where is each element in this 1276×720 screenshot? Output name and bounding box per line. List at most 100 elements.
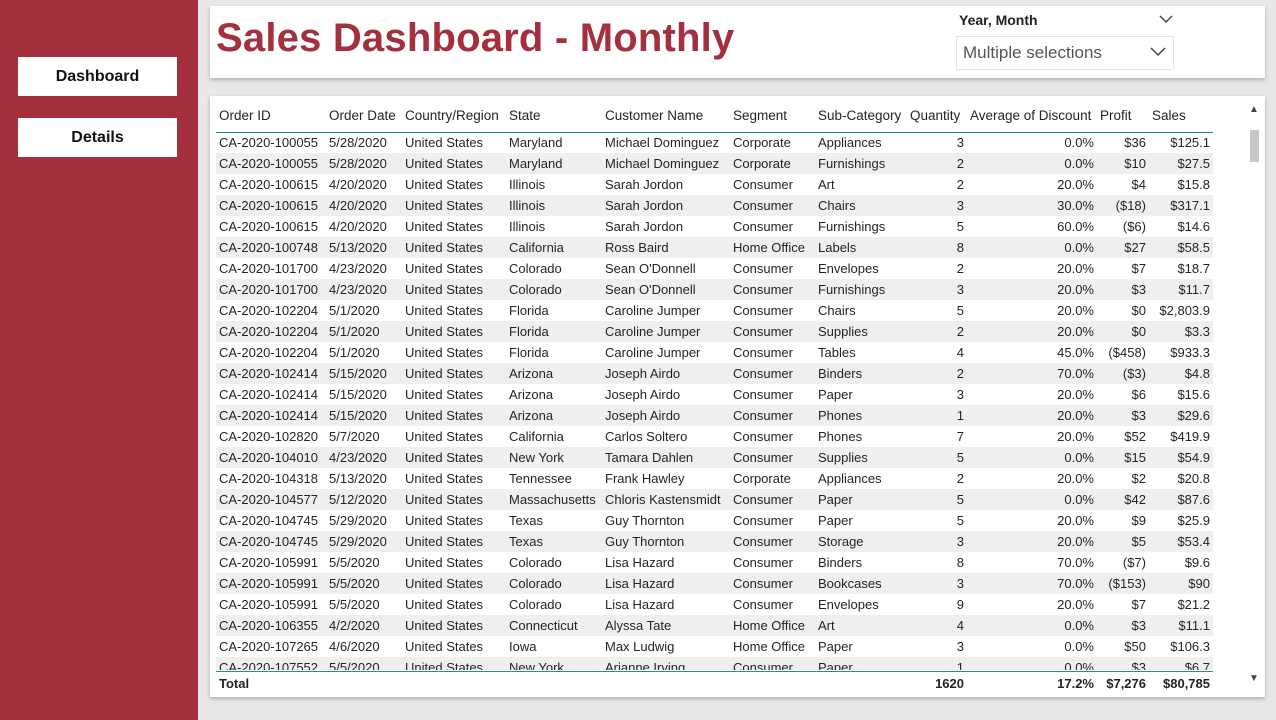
column-header[interactable]: Average of Discount [967, 100, 1097, 133]
table-row[interactable]: CA-2020-104745 5/29/2020 United States Texa… [216, 510, 1213, 531]
table-cell: 8 [956, 555, 964, 570]
column-header[interactable]: Order Date [326, 100, 402, 133]
sidebar: Dashboard Details [0, 0, 198, 720]
scroll-down-icon[interactable]: ▼ [1249, 673, 1259, 684]
table-cell: $933.3 [1170, 345, 1210, 360]
table-cell: $3.3 [1149, 321, 1213, 342]
table-cell: Arizona [506, 363, 602, 384]
total-label: Total [219, 675, 250, 691]
vertical-scrollbar[interactable]: ▲ ▼ [1247, 104, 1261, 684]
table-row[interactable]: CA-2020-100615 4/20/2020 United States Illi… [216, 195, 1213, 216]
header-card: Sales Dashboard - Monthly Year, Month Mu… [210, 6, 1265, 78]
table-cell: New York [506, 657, 602, 670]
table-cell: $87.6 [1149, 489, 1213, 510]
table-row[interactable]: CA-2020-107265 4/6/2020 United States Iowa M… [216, 636, 1213, 657]
table-cell: 4/20/2020 [329, 219, 387, 234]
table-body[interactable]: CA-2020-100055 5/28/2020 United States Mary… [216, 132, 1213, 670]
table-row[interactable]: CA-2020-102820 5/7/2020 United States Calif… [216, 426, 1213, 447]
table-cell: Arizona [506, 405, 602, 426]
table-row[interactable]: CA-2020-100748 5/13/2020 United States Cali… [216, 237, 1213, 258]
table-row[interactable]: CA-2020-104577 5/12/2020 United States Mass… [216, 489, 1213, 510]
table-cell: Envelopes [818, 261, 879, 276]
table-cell: Chairs [815, 195, 907, 216]
table-cell: 0.0% [967, 489, 1097, 510]
column-header[interactable]: Profit [1097, 100, 1149, 133]
table-cell: 5 [907, 489, 967, 510]
table-cell: Colorado [509, 261, 562, 276]
table-row[interactable]: CA-2020-101700 4/23/2020 United States Colo… [216, 258, 1213, 279]
table-cell: 7 [956, 429, 964, 444]
slicer-dropdown[interactable]: Multiple selections [956, 36, 1174, 70]
table-cell: $3 [1097, 405, 1149, 426]
table-cell: 0.0% [967, 237, 1097, 258]
table-cell: Colorado [506, 573, 602, 594]
table-cell: Alyssa Tate [602, 615, 730, 636]
details-nav-button[interactable]: Details [18, 118, 177, 157]
table-row[interactable]: CA-2020-102204 5/1/2020 United States Flori… [216, 321, 1213, 342]
table-cell: Consumer [730, 573, 815, 594]
table-cell: 0.0% [967, 615, 1097, 636]
table-row[interactable]: CA-2020-102414 5/15/2020 United States Ariz… [216, 363, 1213, 384]
column-header[interactable]: Segment [730, 100, 815, 133]
table-cell: 4/20/2020 [329, 177, 387, 192]
table-row[interactable]: CA-2020-102204 5/1/2020 United States Flori… [216, 342, 1213, 363]
table-cell: $0 [1131, 303, 1146, 318]
table-row[interactable]: CA-2020-102414 5/15/2020 United States Ariz… [216, 384, 1213, 405]
table-row[interactable]: CA-2020-100055 5/28/2020 United States Mary… [216, 132, 1213, 153]
table-row[interactable]: CA-2020-104010 4/23/2020 United States New … [216, 447, 1213, 468]
table-cell: $11.7 [1149, 279, 1213, 300]
column-header[interactable]: Sub-Category [815, 100, 907, 133]
table-cell: 5/29/2020 [329, 513, 387, 528]
table-row[interactable]: CA-2020-104745 5/29/2020 United States Texa… [216, 531, 1213, 552]
table-cell: Supplies [815, 447, 907, 468]
table-row[interactable]: CA-2020-105991 5/5/2020 United States Color… [216, 573, 1213, 594]
table-cell: CA-2020-105991 [219, 597, 319, 612]
chevron-down-icon[interactable] [1155, 10, 1177, 28]
table-cell: ($458) [1108, 345, 1146, 360]
table-cell: $15.8 [1177, 177, 1210, 192]
table-cell: United States [405, 429, 484, 444]
table-cell: Arianne Irving [602, 657, 730, 670]
column-header[interactable]: State [506, 100, 602, 133]
column-header[interactable]: Country/Region [402, 100, 506, 133]
table-row[interactable]: CA-2020-107552 5/5/2020 United States New Y… [216, 657, 1213, 670]
table-cell: United States [402, 321, 506, 342]
table-cell: 0.0% [1064, 135, 1094, 150]
table-row[interactable]: CA-2020-100055 5/28/2020 United States Mary… [216, 153, 1213, 174]
table-row[interactable]: CA-2020-104318 5/13/2020 United States Tenn… [216, 468, 1213, 489]
column-header[interactable]: Customer Name [602, 100, 730, 133]
table-cell: CA-2020-102204 [219, 303, 319, 318]
table-cell: Colorado [509, 555, 562, 570]
table-cell: CA-2020-100615 [219, 177, 319, 192]
table-cell: CA-2020-106355 [216, 615, 326, 636]
table-cell: Furnishings [815, 279, 907, 300]
table-row[interactable]: CA-2020-101700 4/23/2020 United States Colo… [216, 279, 1213, 300]
table-cell: 4 [956, 345, 964, 360]
table-cell: CA-2020-105991 [219, 555, 319, 570]
table-cell: Consumer [730, 363, 815, 384]
table-cell: United States [405, 303, 484, 318]
table-cell: Consumer [730, 279, 815, 300]
table-cell: Consumer [733, 429, 793, 444]
table-cell: Binders [815, 363, 907, 384]
table-cell: $36 [1124, 135, 1146, 150]
table-row[interactable]: CA-2020-105991 5/5/2020 United States Color… [216, 552, 1213, 573]
table-cell: United States [402, 363, 506, 384]
table-cell: Paper [818, 513, 853, 528]
scroll-thumb[interactable] [1250, 130, 1259, 162]
column-header[interactable]: Quantity [907, 100, 967, 133]
dashboard-nav-button[interactable]: Dashboard [18, 57, 177, 96]
table-cell: ($18) [1097, 195, 1149, 216]
table-cell: Labels [815, 237, 907, 258]
table-row[interactable]: CA-2020-105991 5/5/2020 United States Color… [216, 594, 1213, 615]
table-row[interactable]: CA-2020-106355 4/2/2020 United States Conne… [216, 615, 1213, 636]
column-header[interactable]: Sales [1149, 100, 1213, 133]
table-cell: $7 [1131, 261, 1146, 276]
table-row[interactable]: CA-2020-100615 4/20/2020 United States Illi… [216, 174, 1213, 195]
column-header[interactable]: Order ID [216, 100, 326, 133]
table-row[interactable]: CA-2020-100615 4/20/2020 United States Illi… [216, 216, 1213, 237]
table-row[interactable]: CA-2020-102414 5/15/2020 United States Ariz… [216, 405, 1213, 426]
table-row[interactable]: CA-2020-102204 5/1/2020 United States Flori… [216, 300, 1213, 321]
scroll-up-icon[interactable]: ▲ [1249, 104, 1259, 115]
table-cell: $52 [1124, 429, 1146, 444]
